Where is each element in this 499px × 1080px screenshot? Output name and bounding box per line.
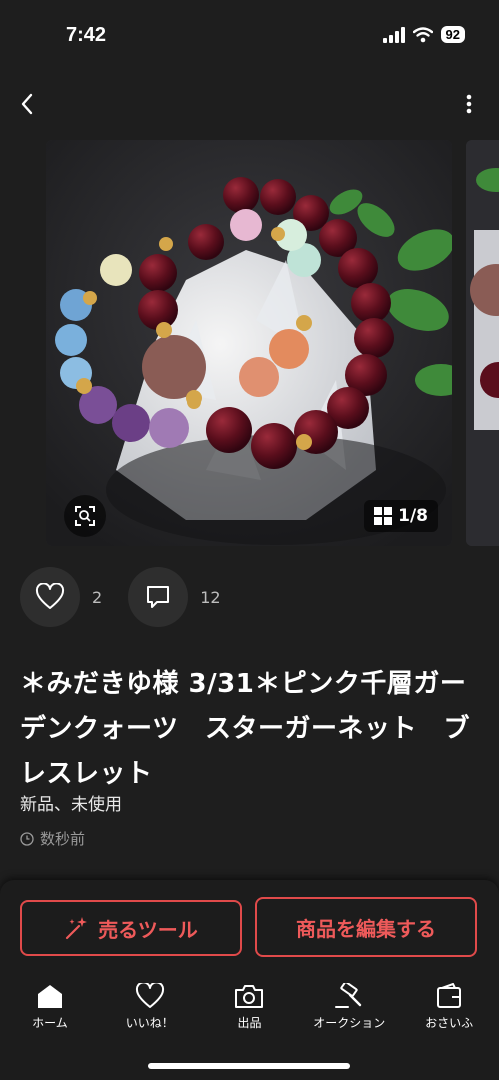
sell-tool-button[interactable]: 売るツール — [20, 900, 242, 956]
status-bar: 7:42 92 — [0, 0, 499, 72]
image-search-button[interactable] — [64, 495, 106, 537]
tab-auction-label: オークション — [313, 1016, 386, 1030]
status-time: 7:42 — [66, 24, 107, 46]
tab-likes-label: いいね！ — [125, 1016, 174, 1030]
tab-wallet-label: おさいふ — [425, 1016, 474, 1030]
like-count: 2 — [92, 587, 103, 607]
scan-icon — [75, 506, 95, 526]
image-counter: 1/8 — [364, 500, 438, 532]
next-photo-image — [466, 140, 499, 546]
comment-icon — [147, 586, 170, 608]
camera-icon — [235, 985, 264, 1008]
clock-icon — [20, 831, 34, 846]
home-icon — [37, 985, 62, 1008]
grid-icon — [374, 507, 393, 525]
heart-icon — [135, 983, 164, 1008]
seller-tool-panel: 売るツール 商品を編集する ホーム いいね！ 出品 オークション おさいふ — [0, 880, 499, 1080]
status-icons: 92 — [382, 26, 465, 43]
tab-auction[interactable]: オークション — [299, 980, 399, 1040]
battery-indicator: 92 — [440, 26, 465, 43]
item-condition: 新品、未使用 — [20, 795, 122, 815]
tab-home[interactable]: ホーム — [0, 980, 100, 1040]
magic-wand-icon — [66, 917, 88, 940]
gavel-icon — [335, 983, 362, 1008]
tab-listing[interactable]: 出品 — [200, 980, 300, 1040]
image-counter-label: 1/8 — [398, 506, 428, 526]
tab-wallet[interactable]: おさいふ — [399, 980, 499, 1040]
product-photo[interactable]: 1/8 — [46, 140, 452, 546]
nav-bar — [0, 82, 499, 126]
item-title: ＊みだきゆ様 3/31＊ピンク千層ガーデンクォーツ スターガーネット ブレスレッ… — [20, 669, 470, 789]
edit-item-label: 商品を編集する — [296, 916, 436, 941]
sell-tool-label: 売るツール — [98, 917, 198, 942]
engagement-row: 2 12 — [20, 567, 247, 627]
wifi-icon — [412, 26, 433, 42]
tab-bar: ホーム いいね！ 出品 オークション おさいふ — [0, 980, 499, 1040]
signal-icon — [382, 26, 405, 43]
edit-item-button[interactable]: 商品を編集する — [255, 897, 477, 957]
posted-time: 数秒前 — [20, 828, 85, 849]
back-icon[interactable] — [14, 90, 42, 118]
more-options-icon[interactable] — [461, 90, 477, 118]
wallet-icon — [437, 983, 462, 1008]
comment-count: 12 — [200, 587, 221, 607]
posted-time-label: 数秒前 — [40, 830, 86, 848]
like-button[interactable] — [20, 567, 80, 627]
home-indicator — [148, 1063, 350, 1069]
image-carousel[interactable]: 1/8 — [0, 140, 499, 546]
next-photo-preview[interactable] — [466, 140, 499, 546]
bracelet-photo — [46, 140, 452, 546]
tab-home-label: ホーム — [32, 1016, 68, 1030]
tab-listing-label: 出品 — [237, 1016, 262, 1030]
tab-likes[interactable]: いいね！ — [100, 980, 200, 1040]
comment-button[interactable] — [128, 567, 189, 627]
heart-icon — [35, 583, 65, 609]
